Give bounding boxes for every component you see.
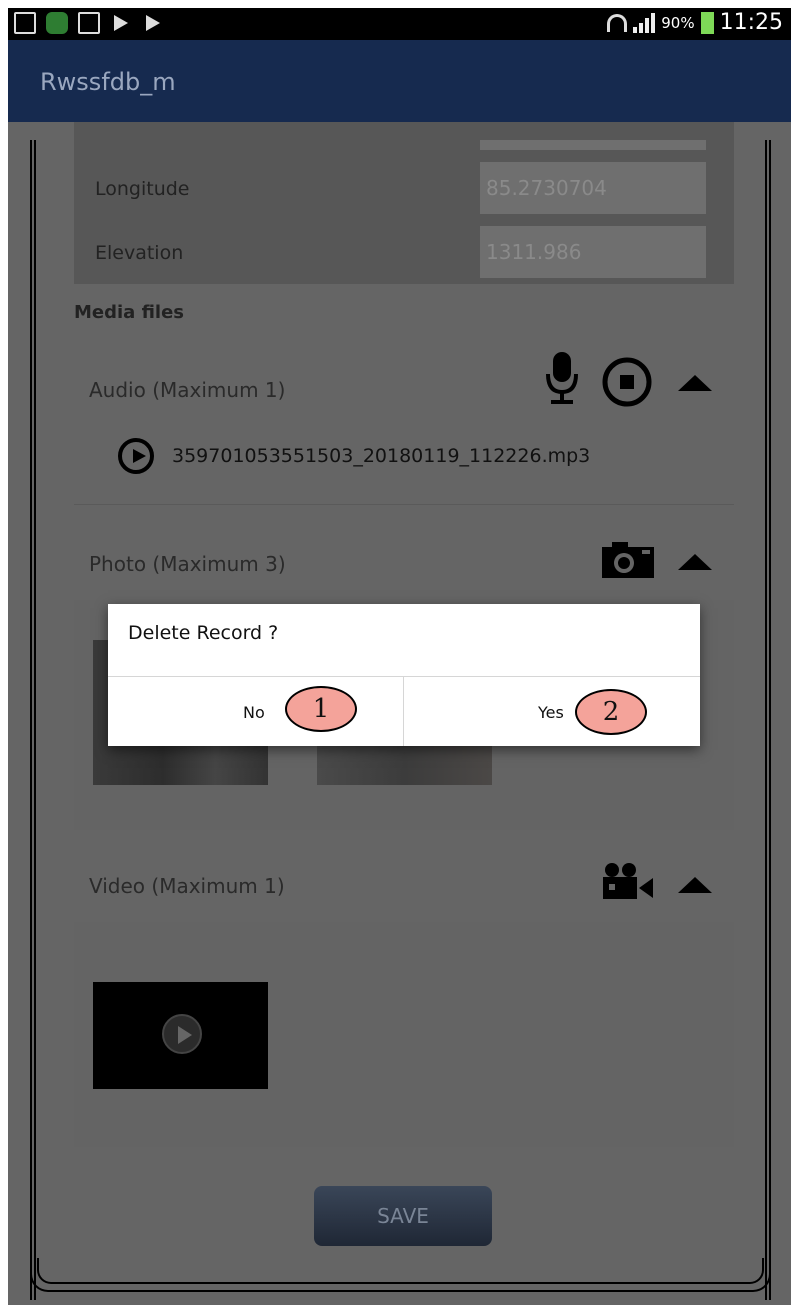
video-collapse-icon[interactable] [678, 877, 712, 893]
video-gallery [74, 922, 734, 1147]
check-notification-icon [110, 12, 132, 34]
dialog-title: Delete Record ? [128, 622, 279, 644]
photo-label: Photo (Maximum 3) [89, 552, 286, 576]
audio-file-name: 359701053551503_20180119_112226.mp3 [172, 445, 591, 467]
video-thumbnail[interactable] [93, 982, 268, 1089]
longitude-field[interactable]: 85.2730704 [480, 162, 706, 214]
play-store-icon [142, 12, 164, 34]
divider [74, 504, 734, 505]
play-icon[interactable] [118, 438, 154, 474]
longitude-label: Longitude [95, 178, 190, 200]
audio-collapse-icon[interactable] [678, 375, 712, 391]
frame-left [30, 140, 36, 1300]
clock: 11:25 [719, 10, 783, 35]
media-files-title: Media files [74, 302, 185, 323]
yes-button[interactable]: Yes [404, 677, 700, 746]
annotation-marker-2: 2 [575, 689, 647, 735]
save-button[interactable]: SAVE [314, 1186, 492, 1246]
app-notification-icon [46, 12, 68, 34]
frame-bottom-inner [37, 1258, 764, 1284]
stop-record-icon[interactable] [600, 355, 654, 409]
no-button[interactable]: No [108, 677, 403, 746]
no-button-label: No [243, 703, 265, 722]
file-icon [78, 12, 100, 34]
app-bar: Rwssfdb_m [8, 40, 791, 122]
battery-icon [700, 11, 714, 34]
video-label: Video (Maximum 1) [89, 874, 285, 898]
status-bar: 90% 11:25 [8, 8, 791, 40]
yes-button-label: Yes [538, 703, 564, 722]
location-box: Longitude 85.2730704 Elevation 1311.986 [74, 122, 734, 284]
signal-icon [633, 12, 656, 33]
camera-icon[interactable] [602, 542, 654, 578]
elevation-label: Elevation [95, 242, 184, 264]
audio-label: Audio (Maximum 1) [89, 378, 286, 402]
photo-collapse-icon[interactable] [678, 554, 712, 570]
frame-right [765, 140, 771, 1300]
video-play-icon[interactable] [162, 1014, 202, 1054]
audio-file-row[interactable]: 359701053551503_20180119_112226.mp3 [118, 438, 590, 474]
video-camera-icon[interactable] [601, 862, 655, 902]
mic-icon[interactable] [545, 350, 579, 406]
gallery-icon [14, 12, 36, 34]
wifi-icon [607, 13, 628, 32]
battery-percent: 90% [661, 13, 695, 32]
annotation-marker-1: 1 [285, 686, 357, 732]
elevation-field[interactable]: 1311.986 [480, 226, 706, 278]
app-title: Rwssfdb_m [40, 68, 176, 96]
latitude-field[interactable] [480, 140, 706, 150]
